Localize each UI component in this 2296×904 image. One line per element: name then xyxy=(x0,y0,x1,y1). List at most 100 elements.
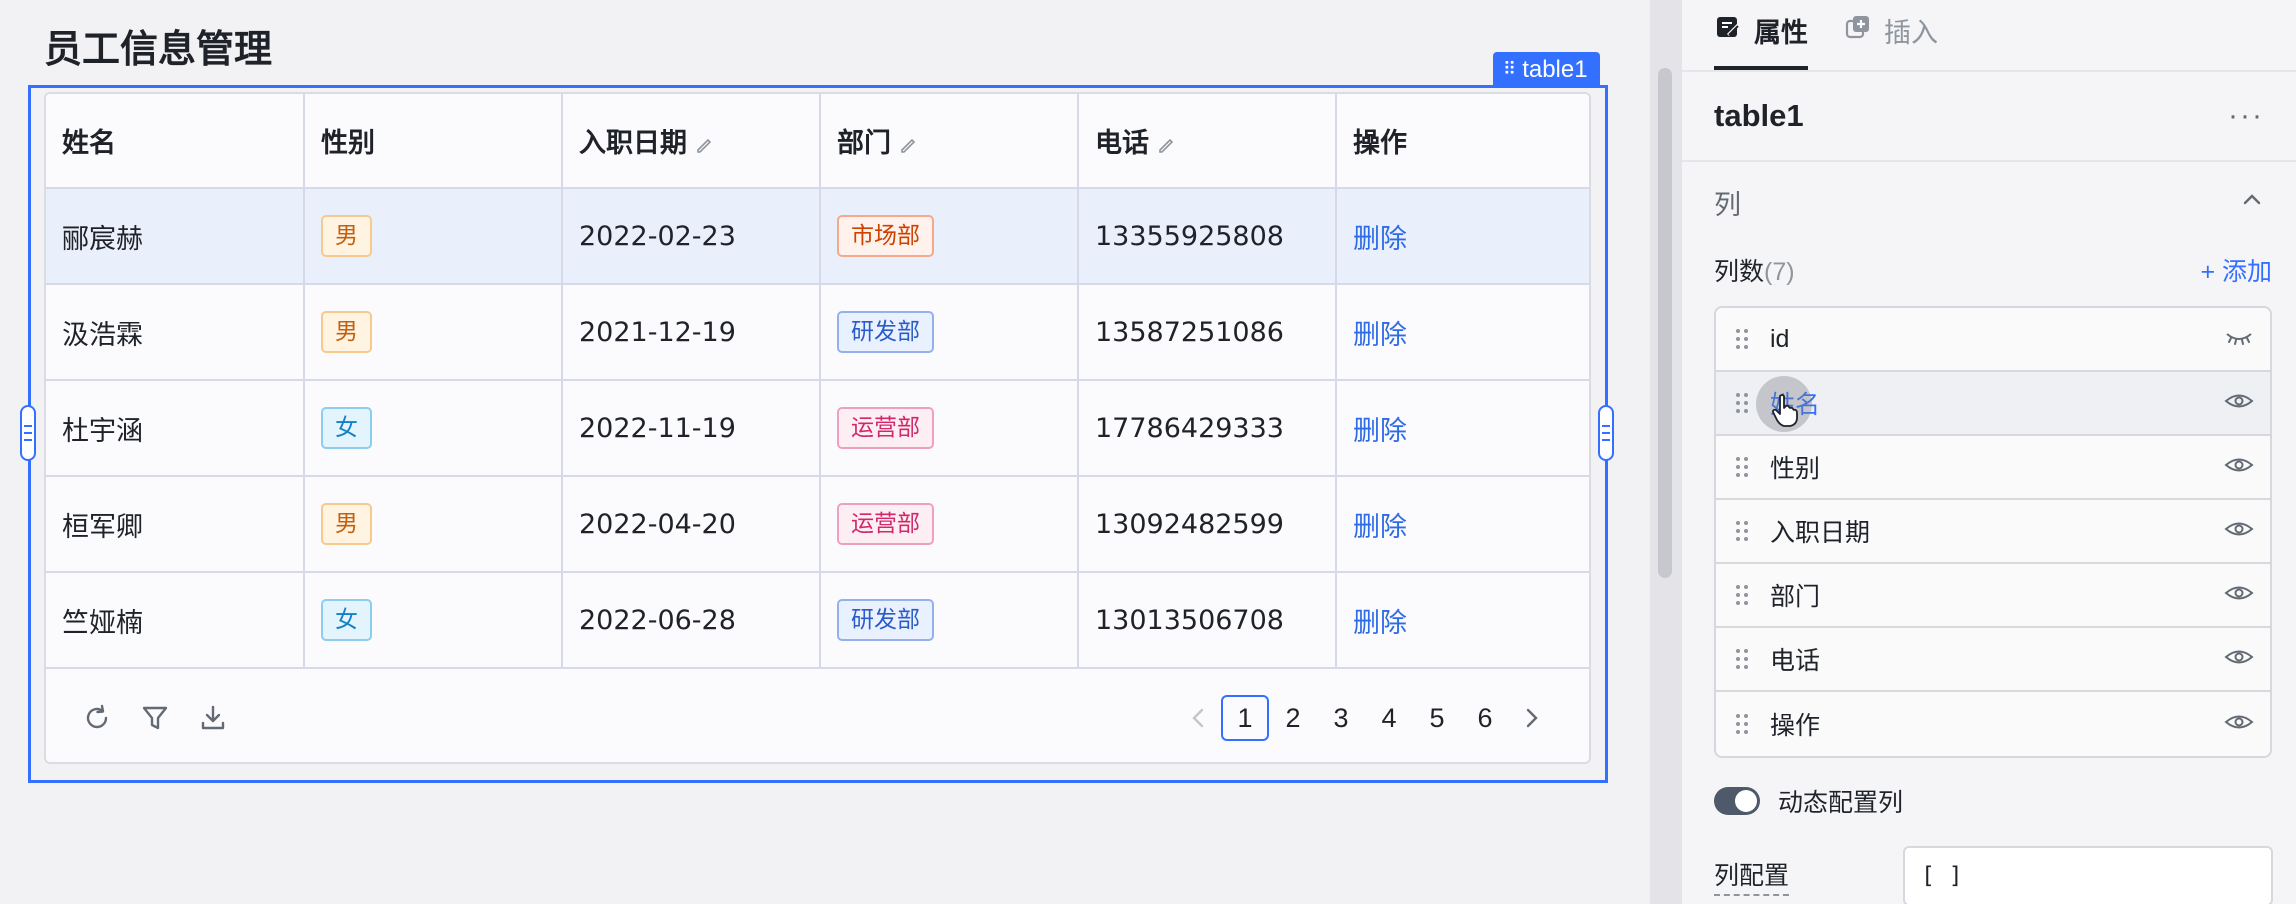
gender-tag: 女 xyxy=(321,407,372,449)
section-title: 列 xyxy=(1714,189,1741,220)
page-button-1[interactable]: 1 xyxy=(1221,695,1269,741)
component-label: table1 xyxy=(1522,55,1588,83)
dynamic-columns-toggle[interactable] xyxy=(1714,787,1760,815)
column-item[interactable]: 电话 xyxy=(1716,628,2270,692)
drag-handle-icon[interactable] xyxy=(1734,391,1752,416)
page-button-2[interactable]: 2 xyxy=(1269,695,1317,741)
table-row[interactable]: 杜宇涵 女 2022-11-19 运营部 17786429333 删除 xyxy=(46,380,1589,477)
panel-tabs: 属性 插入 xyxy=(1682,0,2296,72)
eye-icon[interactable] xyxy=(2224,711,2254,738)
eye-icon[interactable] xyxy=(2224,454,2254,481)
next-page-icon[interactable] xyxy=(1509,695,1553,741)
dept-tag: 运营部 xyxy=(837,503,934,545)
page-button-3[interactable]: 3 xyxy=(1317,695,1365,741)
column-header-date[interactable]: 入职日期 xyxy=(562,94,821,189)
column-count-value: (7) xyxy=(1764,258,1795,286)
table-row[interactable]: 竺娅楠 女 2022-06-28 研发部 13013506708 删除 xyxy=(46,572,1589,669)
cell-date: 2022-02-23 xyxy=(562,188,821,285)
column-item[interactable]: 操作 xyxy=(1716,692,2270,756)
page-title: 员工信息管理 xyxy=(44,27,273,71)
properties-panel: 属性 插入 table1 ··· 列 列数(7) + 添加 id 姓名 性别 入… xyxy=(1682,0,2296,904)
cell-dept: 市场部 xyxy=(820,188,1079,285)
gender-tag: 男 xyxy=(321,311,372,353)
drag-handle-icon[interactable] xyxy=(1734,327,1752,352)
column-item[interactable]: 性别 xyxy=(1716,436,2270,500)
cell-phone: 13013506708 xyxy=(1078,572,1337,669)
add-column-button[interactable]: + 添加 xyxy=(2200,252,2272,288)
tab-properties[interactable]: 属性 xyxy=(1714,11,1808,70)
filter-icon[interactable] xyxy=(140,703,170,733)
resize-handle-left[interactable] xyxy=(20,405,36,461)
tab-insert[interactable]: 插入 xyxy=(1844,11,1938,70)
column-item[interactable]: id xyxy=(1716,308,2270,372)
dynamic-columns-row: 动态配置列 xyxy=(1682,766,2296,836)
column-item[interactable]: 姓名 xyxy=(1716,372,2270,436)
eye-icon[interactable] xyxy=(2224,646,2254,673)
page-button-5[interactable]: 5 xyxy=(1413,695,1461,741)
table-row[interactable]: 桓军卿 男 2022-04-20 运营部 13092482599 删除 xyxy=(46,476,1589,573)
refresh-icon[interactable] xyxy=(82,703,112,733)
employee-table: 姓名 性别 入职日期 部门 电话 操作 郦宸赫 男 2022-02-23 市场部… xyxy=(44,92,1591,764)
column-header-action[interactable]: 操作 xyxy=(1336,94,1589,189)
prev-page-icon[interactable] xyxy=(1177,695,1221,741)
drag-handle-icon[interactable] xyxy=(1734,712,1752,737)
column-item-label: 姓名 xyxy=(1770,391,1821,419)
delete-link[interactable]: 删除 xyxy=(1353,320,1407,351)
column-config-input[interactable]: [ ] xyxy=(1903,846,2274,904)
column-header-name[interactable]: 姓名 xyxy=(46,94,305,189)
page-button-4[interactable]: 4 xyxy=(1365,695,1413,741)
cell-phone: 13355925808 xyxy=(1078,188,1337,285)
column-header-phone[interactable]: 电话 xyxy=(1078,94,1337,189)
table-toolbar xyxy=(82,703,228,733)
delete-link[interactable]: 删除 xyxy=(1353,512,1407,543)
chevron-up-icon[interactable] xyxy=(2240,188,2264,217)
cell-action: 删除 xyxy=(1336,572,1589,669)
cell-gender: 男 xyxy=(304,284,563,381)
canvas-scrollbar[interactable] xyxy=(1650,0,1682,904)
cell-gender: 男 xyxy=(304,476,563,573)
page-button-6[interactable]: 6 xyxy=(1461,695,1509,741)
download-icon[interactable] xyxy=(198,703,228,733)
drag-handle-icon[interactable] xyxy=(1734,583,1752,608)
column-count-label: 列数 xyxy=(1714,258,1765,286)
resize-handle-right[interactable] xyxy=(1598,405,1614,461)
cell-dept: 研发部 xyxy=(820,572,1079,669)
drag-handle-icon[interactable] xyxy=(1734,647,1752,672)
table-header-row: 姓名 性别 入职日期 部门 电话 操作 xyxy=(46,94,1589,189)
cell-phone: 17786429333 xyxy=(1078,380,1337,477)
table-row[interactable]: 汲浩霖 男 2021-12-19 研发部 13587251086 删除 xyxy=(46,284,1589,381)
hand-cursor-icon xyxy=(1772,394,1798,427)
drag-grip-icon[interactable]: ⠿ xyxy=(1503,59,1516,80)
dept-tag: 研发部 xyxy=(837,599,934,641)
eye-icon[interactable] xyxy=(2224,518,2254,545)
table-row[interactable]: 郦宸赫 男 2022-02-23 市场部 13355925808 删除 xyxy=(46,188,1589,285)
column-header-dept[interactable]: 部门 xyxy=(820,94,1079,189)
column-header-gender[interactable]: 性别 xyxy=(304,94,563,189)
column-item[interactable]: 部门 xyxy=(1716,564,2270,628)
component-selection-tag[interactable]: ⠿ table1 xyxy=(1493,52,1600,85)
eye-closed-icon[interactable] xyxy=(2224,326,2254,353)
cell-date: 2022-11-19 xyxy=(562,380,821,477)
cell-gender: 女 xyxy=(304,380,563,477)
edit-pencil-icon xyxy=(899,131,919,153)
pagination: 1 2 3 4 5 6 xyxy=(1177,695,1553,741)
drag-handle-icon[interactable] xyxy=(1734,455,1752,480)
dept-tag: 运营部 xyxy=(837,407,934,449)
delete-link[interactable]: 删除 xyxy=(1353,416,1407,447)
cell-dept: 运营部 xyxy=(820,476,1079,573)
columns-section-header[interactable]: 列 xyxy=(1682,162,2296,242)
more-options-icon[interactable]: ··· xyxy=(2228,99,2264,133)
cell-dept: 运营部 xyxy=(820,380,1079,477)
table-footer: 1 2 3 4 5 6 xyxy=(46,672,1589,762)
delete-link[interactable]: 删除 xyxy=(1353,608,1407,639)
eye-icon[interactable] xyxy=(2224,390,2254,417)
column-item-label: 电话 xyxy=(1770,647,1821,675)
column-item-label: 性别 xyxy=(1770,455,1821,483)
drag-handle-icon[interactable] xyxy=(1734,519,1752,544)
column-item[interactable]: 入职日期 xyxy=(1716,500,2270,564)
cell-action: 删除 xyxy=(1336,380,1589,477)
delete-link[interactable]: 删除 xyxy=(1353,224,1407,255)
column-item-label: 部门 xyxy=(1770,583,1821,611)
scrollbar-thumb[interactable] xyxy=(1658,68,1672,578)
eye-icon[interactable] xyxy=(2224,582,2254,609)
